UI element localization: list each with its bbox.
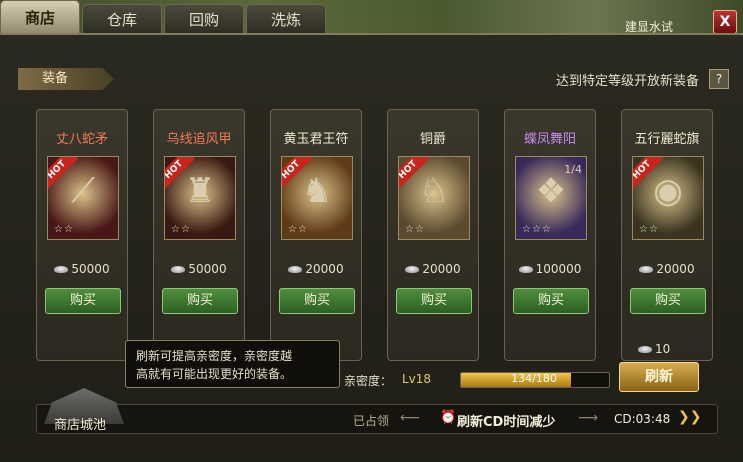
alarm-clock-icon: ⏰ — [440, 410, 457, 425]
item-image[interactable]: ♞ HOT ☆☆ — [281, 156, 353, 240]
refresh-cost: 10 — [638, 342, 670, 356]
item-price-value: 50000 — [188, 262, 227, 276]
item-name: 五行麗蛇旗 — [634, 132, 700, 147]
tab-bar: 商店 仓库 回购 洗炼 — [0, 0, 328, 36]
tab-warehouse[interactable]: 仓库 — [82, 4, 163, 35]
item-card: 丈八蛇矛 ⟋ HOT ☆☆ 50000 购买 — [36, 109, 128, 361]
help-button[interactable]: ? — [709, 69, 729, 89]
item-price-value: 100000 — [535, 262, 582, 276]
star-rating: ☆☆☆ — [522, 224, 552, 235]
tab-refine[interactable]: 洗炼 — [246, 4, 327, 35]
double-chevron-icon[interactable]: ❯❯ — [678, 409, 701, 425]
item-price: 100000 — [505, 262, 595, 276]
arrow-left-icon: ⟵ — [400, 410, 421, 426]
item-card: 铜爵 ♘ HOT ☆☆ 20000 购买 — [387, 109, 479, 361]
silver-icon — [288, 266, 303, 273]
item-price: 50000 — [154, 262, 244, 276]
item-price: 20000 — [388, 262, 478, 276]
silver-icon — [639, 266, 654, 273]
silver-icon — [171, 266, 186, 273]
item-name: 乌线追风甲 — [166, 132, 232, 147]
occupied-label: 已占领 — [353, 414, 390, 428]
unlock-notice: 达到特定等级开放新装备 — [555, 74, 699, 89]
item-price-value: 20000 — [656, 262, 695, 276]
buy-button[interactable]: 购买 — [45, 288, 121, 314]
cd-timer: CD:03:48 — [614, 412, 671, 426]
refresh-button[interactable]: 刷新 — [619, 362, 699, 392]
silver-icon — [405, 266, 420, 273]
item-count: 1/4 — [564, 163, 582, 176]
refresh-tooltip: 刷新可提高亲密度，亲密度越 高就有可能出现更好的装备。 — [125, 340, 340, 388]
item-price-value: 50000 — [71, 262, 110, 276]
item-card: 蝶凤舞阳 ❖ 1/4 ☆☆☆ 100000 购买 — [504, 109, 596, 361]
silver-icon — [638, 346, 652, 353]
intimacy-label: 亲密度： — [344, 374, 393, 388]
item-image[interactable]: ◉ HOT ☆☆ — [632, 156, 704, 240]
buy-button[interactable]: 购买 — [396, 288, 472, 314]
silver-icon — [518, 266, 533, 273]
buy-button[interactable]: 购买 — [513, 288, 589, 314]
star-rating: ☆☆ — [288, 224, 308, 235]
intimacy-level: Lv18 — [402, 372, 432, 386]
silver-icon — [54, 266, 69, 273]
item-card-list: 丈八蛇矛 ⟋ HOT ☆☆ 50000 购买 乌线追风甲 ♜ HOT ☆☆ 50… — [36, 109, 716, 361]
item-price: 20000 — [271, 262, 361, 276]
item-image[interactable]: ♘ HOT ☆☆ — [398, 156, 470, 240]
item-card: 乌线追风甲 ♜ HOT ☆☆ 50000 购买 — [153, 109, 245, 361]
star-rating: ☆☆ — [171, 224, 191, 235]
cape-icon: ❖ — [535, 171, 567, 211]
item-image[interactable]: ❖ 1/4 ☆☆☆ — [515, 156, 587, 240]
item-image[interactable]: ♜ HOT ☆☆ — [164, 156, 236, 240]
item-card: 黄玉君王符 ♞ HOT ☆☆ 20000 购买 — [270, 109, 362, 361]
refresh-cost-value: 10 — [655, 342, 671, 356]
close-button[interactable]: X — [713, 10, 737, 34]
tab-shop[interactable]: 商店 — [0, 0, 81, 35]
buy-button[interactable]: 购买 — [630, 288, 706, 314]
intimacy-progress-text: 134/180 — [511, 372, 557, 385]
item-name: 铜爵 — [419, 132, 446, 147]
arrow-right-icon: ⟶ — [578, 410, 599, 426]
star-rating: ☆☆ — [54, 224, 74, 235]
star-rating: ☆☆ — [639, 224, 659, 235]
buy-button[interactable]: 购买 — [162, 288, 238, 314]
section-tag-equipment: 装备 — [18, 68, 114, 90]
castle-label: 商店城池 — [54, 418, 107, 433]
star-rating: ☆☆ — [405, 224, 425, 235]
item-name: 丈八蛇矛 — [55, 132, 108, 147]
cd-reduce-label: 刷新CD时间减少 — [457, 415, 556, 430]
shop-panel: 装备 达到特定等级开放新装备 ? 丈八蛇矛 ⟋ HOT ☆☆ 50000 购买 … — [0, 33, 743, 462]
item-price-value: 20000 — [305, 262, 344, 276]
item-name: 黄玉君王符 — [283, 132, 349, 147]
buy-button[interactable]: 购买 — [279, 288, 355, 314]
tab-buyback[interactable]: 回购 — [164, 4, 245, 35]
item-price-value: 20000 — [422, 262, 461, 276]
item-price: 20000 — [622, 262, 712, 276]
item-price: 50000 — [37, 262, 127, 276]
item-card: 五行麗蛇旗 ◉ HOT ☆☆ 20000 购买 — [621, 109, 713, 361]
item-name: 蝶凤舞阳 — [523, 132, 576, 147]
item-image[interactable]: ⟋ HOT ☆☆ — [47, 156, 119, 240]
